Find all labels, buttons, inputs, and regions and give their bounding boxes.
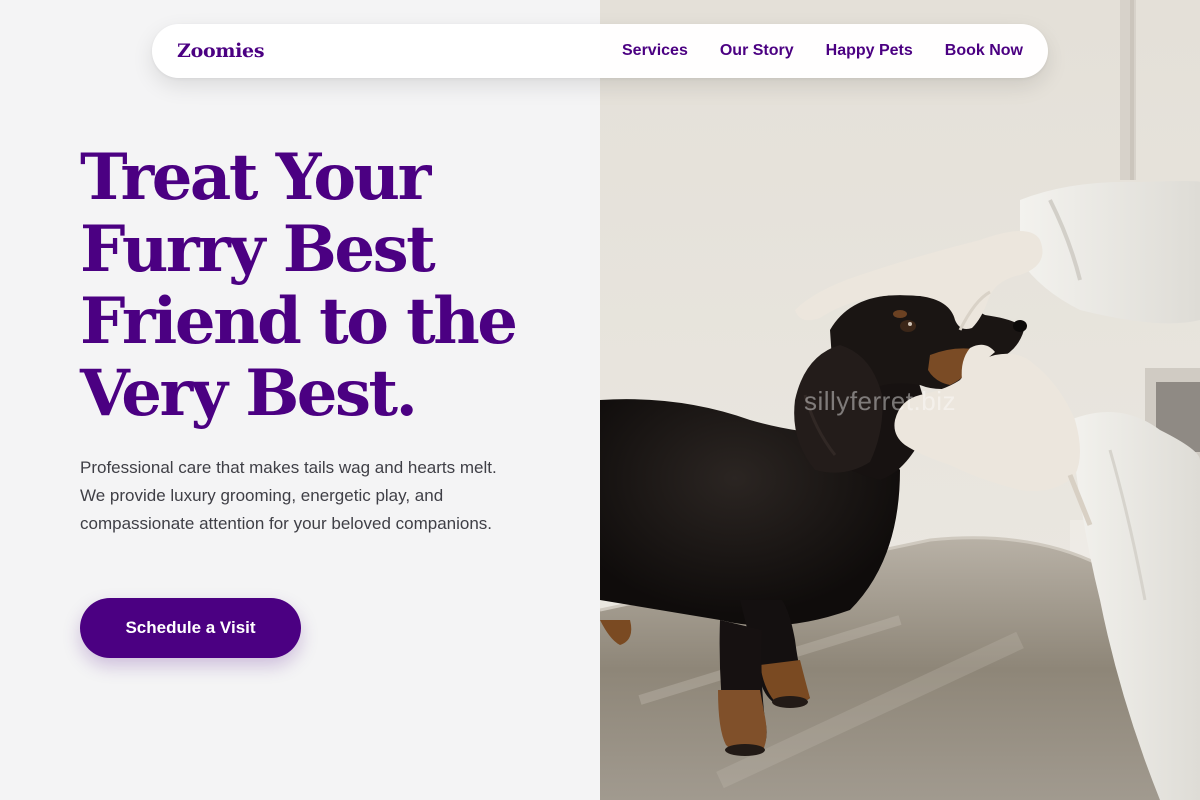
nav-link-services[interactable]: Services xyxy=(622,42,688,60)
schedule-visit-button[interactable]: Schedule a Visit xyxy=(80,598,301,658)
hero-title: Treat Your Furry Best Friend to the Very… xyxy=(80,142,590,430)
hero-title-line: Friend to the xyxy=(80,284,518,359)
nav-links: Services Our Story Happy Pets Book Now xyxy=(622,24,1023,78)
top-navigation: Zoomies Services Our Story Happy Pets Bo… xyxy=(152,24,1048,78)
hero-title-line: Very Best. xyxy=(80,356,418,431)
landing-page: sillyferret.biz Zoomies Services Our Sto… xyxy=(0,0,1200,800)
nav-link-happy-pets[interactable]: Happy Pets xyxy=(826,42,913,60)
nav-link-our-story[interactable]: Our Story xyxy=(720,42,794,60)
brand-logo[interactable]: Zoomies xyxy=(177,24,265,78)
nav-link-book-now[interactable]: Book Now xyxy=(945,42,1023,60)
hero-title-line: Treat Your xyxy=(80,140,431,215)
hero-title-line: Furry Best xyxy=(80,212,436,287)
photo-watermark: sillyferret.biz xyxy=(804,386,956,416)
hero-subtitle: Professional care that makes tails wag a… xyxy=(80,458,497,533)
